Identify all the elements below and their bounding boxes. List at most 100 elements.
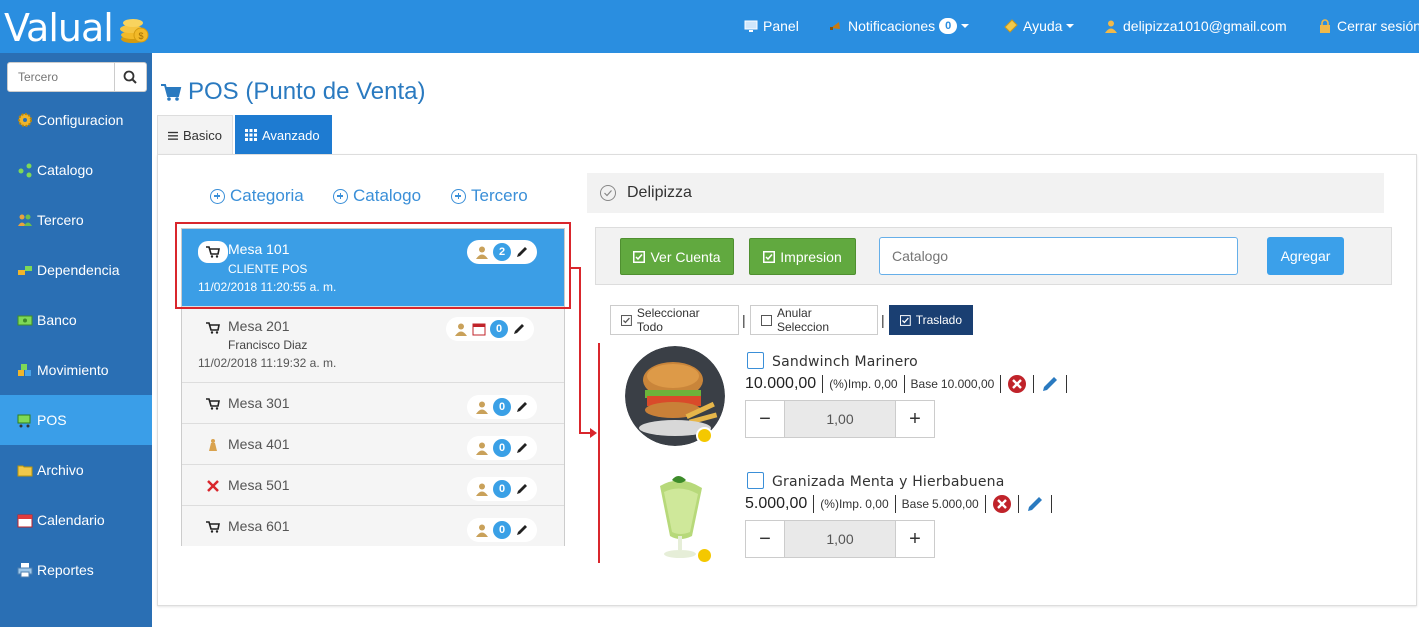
product-base-label: Base [901, 497, 929, 511]
mesa-count-badge: 0 [490, 320, 508, 338]
product-checkbox[interactable] [747, 472, 764, 489]
separator [1033, 375, 1035, 393]
calendar-icon [472, 323, 486, 336]
nav-panel-label: Panel [763, 18, 799, 34]
search-button[interactable] [114, 63, 146, 91]
user-icon [455, 323, 467, 336]
nav-ayuda[interactable]: Ayuda [1004, 18, 1075, 34]
mesa-item-401[interactable]: Mesa 401 0 [182, 424, 564, 465]
tab-avanzado[interactable]: Avanzado [235, 115, 332, 155]
lock-icon [1320, 19, 1330, 33]
separator [1017, 495, 1019, 513]
pencil-icon[interactable] [515, 400, 529, 414]
search-icon [123, 70, 137, 84]
add-tercero-link[interactable]: Tercero [451, 186, 528, 206]
agregar-button[interactable]: Agregar [1267, 237, 1344, 275]
anular-seleccion-button[interactable]: Anular Seleccion [750, 305, 878, 335]
separator [1050, 495, 1052, 513]
pencil-icon[interactable] [515, 441, 529, 455]
app-logo[interactable]: Valual [4, 6, 114, 50]
sidebar-item-archivo[interactable]: Archivo [0, 445, 152, 495]
nav-user[interactable]: delipizza1010@gmail.com [1104, 18, 1287, 34]
quantity-value[interactable]: 1,00 [784, 401, 896, 437]
mesa-actions: 0 [467, 395, 537, 419]
nav-notificaciones-label: Notificaciones [848, 18, 936, 34]
nav-panel[interactable]: Panel [744, 18, 799, 34]
selection-highlight-box [175, 222, 571, 309]
mesa-name: Mesa 401 [228, 436, 290, 452]
add-categoria-link[interactable]: Categoria [210, 186, 304, 206]
sidebar-item-configuracion[interactable]: Configuracion [0, 95, 152, 145]
remove-icon[interactable] [992, 494, 1012, 514]
separator [903, 375, 905, 393]
sidebar-search-input[interactable] [8, 63, 115, 91]
impresion-button[interactable]: Impresion [749, 238, 856, 275]
sidebar-item-movimiento[interactable]: Movimiento [0, 345, 152, 395]
sidebar-item-label: Movimiento [37, 362, 109, 378]
tab-basico[interactable]: Basico [157, 115, 233, 155]
nav-logout-label: Cerrar sesión [1337, 18, 1419, 34]
quantity-stepper: − 1,00 + [745, 520, 935, 558]
store-header[interactable]: Delipizza [587, 173, 1384, 213]
separator [813, 495, 815, 513]
pencil-icon[interactable] [515, 482, 529, 496]
remove-icon[interactable] [1007, 374, 1027, 394]
sidebar-item-label: Reportes [37, 562, 94, 578]
add-catalogo-label: Catalogo [353, 186, 422, 205]
seleccionar-todo-button[interactable]: Seleccionar Todo [610, 305, 739, 335]
sidebar-item-tercero[interactable]: Tercero [0, 195, 152, 245]
nav-ayuda-label: Ayuda [1023, 18, 1063, 34]
nav-notificaciones[interactable]: Notificaciones 0 [829, 18, 970, 34]
catalog-search-input[interactable] [879, 237, 1238, 275]
product-price-line: 5.000,00 (%)Imp. 0,00 Base 5.000,00 [745, 494, 1058, 514]
sidebar-item-banco[interactable]: Banco [0, 295, 152, 345]
anular-seleccion-label: Anular Seleccion [777, 306, 830, 334]
mesa-item-201[interactable]: Mesa 201 Francisco Diaz 11/02/2018 11:19… [182, 307, 564, 383]
ticket-icon [1004, 19, 1018, 33]
mesa-item-501[interactable]: Mesa 501 0 [182, 465, 564, 506]
mesa-item-601[interactable]: Mesa 601 0 [182, 506, 564, 546]
chevron-down-icon [961, 24, 970, 28]
page-title-text: POS (Punto de Venta) [188, 78, 426, 105]
pencil-icon[interactable] [512, 322, 526, 336]
arrow-right-icon [590, 428, 597, 438]
pencil-icon[interactable] [515, 523, 529, 537]
product-checkbox[interactable] [747, 352, 764, 369]
sidebar-item-calendario[interactable]: Calendario [0, 495, 152, 545]
page-title: POS (Punto de Venta) [160, 78, 425, 106]
decrement-button[interactable]: − [746, 521, 784, 557]
blocks-icon [18, 266, 32, 275]
mesa-actions: 0 [467, 436, 537, 460]
increment-button[interactable]: + [896, 521, 934, 557]
seleccionar-todo-label: Seleccionar Todo [636, 306, 700, 334]
tab-label: Avanzado [262, 127, 320, 143]
quantity-value[interactable]: 1,00 [784, 521, 896, 557]
increment-button[interactable]: + [896, 401, 934, 437]
users-icon [18, 214, 32, 226]
product-tax: 0,00 [865, 497, 889, 511]
impresion-label: Impresion [780, 248, 842, 265]
sidebar-item-label: Tercero [37, 212, 84, 228]
sidebar-item-label: Calendario [37, 512, 105, 528]
mesa-actions: 0 [467, 477, 537, 501]
traslado-button[interactable]: Traslado [889, 305, 973, 335]
ver-cuenta-button[interactable]: Ver Cuenta [620, 238, 734, 275]
product-name: Sandwinch Marinero [772, 354, 918, 370]
sidebar-item-catalogo[interactable]: Catalogo [0, 145, 152, 195]
pencil-icon[interactable] [1025, 494, 1045, 514]
boxes-icon [18, 364, 31, 376]
separator [822, 375, 824, 393]
sidebar-item-pos[interactable]: POS [0, 395, 152, 445]
pencil-icon[interactable] [1040, 374, 1060, 394]
network-icon [18, 163, 32, 178]
nav-logout[interactable]: Cerrar sesión [1318, 18, 1419, 34]
sidebar-item-dependencia[interactable]: Dependencia [0, 245, 152, 295]
sidebar-item-reportes[interactable]: Reportes [0, 545, 152, 595]
cart-icon [161, 84, 182, 101]
gear-icon [18, 113, 32, 127]
user-icon [476, 442, 488, 455]
status-dot [696, 547, 713, 564]
decrement-button[interactable]: − [746, 401, 784, 437]
add-catalogo-link[interactable]: Catalogo [333, 186, 421, 206]
mesa-item-301[interactable]: Mesa 301 0 [182, 383, 564, 424]
